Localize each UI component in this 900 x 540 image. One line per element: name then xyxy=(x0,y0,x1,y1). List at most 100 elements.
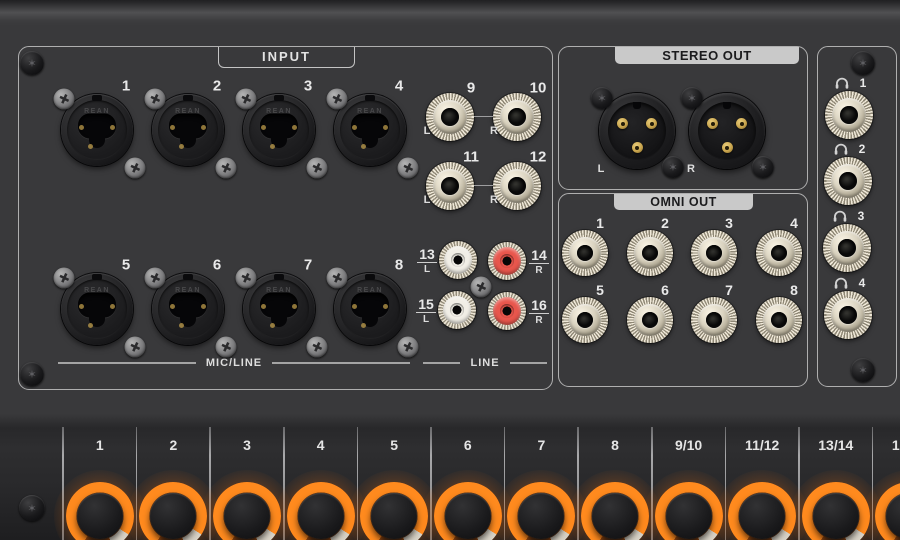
jack-latch-notch xyxy=(274,95,284,101)
torx-screw xyxy=(20,362,44,386)
rca-input-jack xyxy=(488,292,526,330)
omni-out-section-label: OMNI OUT xyxy=(614,194,753,210)
line-group-label: LINE xyxy=(423,357,547,369)
mixer-rear-panel: INPUT STEREO OUT OMNI OUT MIC/LINE LINE … xyxy=(0,0,900,540)
phillips-screw xyxy=(216,337,237,358)
jack-contact xyxy=(292,125,297,130)
gain-knob xyxy=(581,482,649,540)
phillips-screw xyxy=(216,158,237,179)
channel-number: 8 xyxy=(611,437,619,453)
chassis-top-edge xyxy=(0,0,900,26)
xlr-pin xyxy=(632,142,643,153)
headphones-icon xyxy=(834,143,849,156)
jack-contact xyxy=(261,304,266,309)
headphones-glyph xyxy=(835,77,850,90)
phillips-screw xyxy=(236,268,257,289)
line-jack-number: 10 xyxy=(530,80,547,97)
phillips-screw xyxy=(307,158,328,179)
phillips-screw xyxy=(307,337,328,358)
phones-jack xyxy=(823,224,871,272)
combo-jack-number: 2 xyxy=(213,78,221,95)
phillips-screw xyxy=(145,268,166,289)
gain-knob-cap xyxy=(445,493,491,539)
jack-contact xyxy=(352,304,357,309)
channel-number: 2 xyxy=(169,437,177,453)
phillips-screw xyxy=(145,89,166,110)
rca-jack-number: 13 xyxy=(417,247,437,263)
line-group-text: LINE xyxy=(460,357,509,369)
gain-knob-cap xyxy=(739,493,785,539)
rca-jack-label: 16R xyxy=(526,298,552,326)
channel-letter: R xyxy=(687,163,695,175)
jack-latch-notch xyxy=(92,274,102,280)
jack-contact xyxy=(201,125,206,130)
gain-knob xyxy=(875,482,900,540)
gain-knob xyxy=(507,482,575,540)
channel-letter: L xyxy=(424,264,430,275)
jack-contact xyxy=(383,125,388,130)
xlr-latch-notch xyxy=(633,102,641,109)
omni-jack-number: 6 xyxy=(661,282,669,298)
jack-contact xyxy=(361,323,366,328)
combo-jack-number: 3 xyxy=(304,78,312,95)
phillips-screw xyxy=(327,268,348,289)
line-input-jack xyxy=(426,93,474,141)
channel-letter: L xyxy=(598,163,605,175)
headphones-icon xyxy=(834,277,849,290)
line-input-jack xyxy=(493,162,541,210)
headphones-glyph xyxy=(833,210,848,223)
channel-number: 6 xyxy=(464,437,472,453)
combo-jack-number: 5 xyxy=(122,257,130,274)
gain-knob xyxy=(213,482,281,540)
xlr-pin xyxy=(736,118,747,129)
input-section-label: INPUT xyxy=(218,47,355,68)
channel-letter: R xyxy=(490,125,498,137)
combo-jack-number: 4 xyxy=(395,78,403,95)
phillips-screw xyxy=(236,89,257,110)
jack-contact xyxy=(270,323,275,328)
jack-contact xyxy=(110,304,115,309)
channel-number: 7 xyxy=(537,437,545,453)
channel-letter: L xyxy=(423,314,429,325)
gain-knob xyxy=(434,482,502,540)
channel-letter: R xyxy=(535,265,542,276)
jack-contact xyxy=(88,144,93,149)
phillips-screw xyxy=(125,158,146,179)
gain-knob xyxy=(139,482,207,540)
jack-contact xyxy=(170,304,175,309)
phones-jack-number: 4 xyxy=(859,276,866,290)
jack-contact xyxy=(79,304,84,309)
phillips-screw xyxy=(54,89,75,110)
jack-latch-notch xyxy=(365,274,375,280)
omni-output-jack xyxy=(627,297,673,343)
line-input-jack xyxy=(426,162,474,210)
omni-jack-number: 3 xyxy=(725,215,733,231)
omni-output-jack xyxy=(691,297,737,343)
jack-contact xyxy=(352,125,357,130)
torx-screw xyxy=(851,358,875,382)
torx-screw xyxy=(20,51,44,75)
rca-jack-label: 13L xyxy=(414,247,440,275)
channel-letter: L xyxy=(424,194,431,206)
torx-screw xyxy=(681,87,703,109)
stereo-pair-tie-line xyxy=(474,116,493,118)
channel-number: 3 xyxy=(243,437,251,453)
stereo-out-section-label: STEREO OUT xyxy=(615,47,799,64)
jack-contact xyxy=(261,125,266,130)
omni-jack-number: 2 xyxy=(661,215,669,231)
mic-line-group-label: MIC/LINE xyxy=(58,357,410,369)
phones-jack xyxy=(824,157,872,205)
gain-knob-cap xyxy=(813,493,859,539)
phillips-screw xyxy=(125,337,146,358)
jack-contact xyxy=(88,323,93,328)
gain-knob-cap xyxy=(592,493,638,539)
xlr-pin xyxy=(722,142,733,153)
xlr-pin xyxy=(617,118,628,129)
channel-letter: L xyxy=(424,125,431,137)
jack-contact xyxy=(179,323,184,328)
jack-contact xyxy=(170,125,175,130)
channel-number: 11/12 xyxy=(745,437,779,453)
torx-screw xyxy=(591,87,613,109)
stereo-pair-tie-line xyxy=(474,185,493,187)
gain-knob-cap xyxy=(150,493,196,539)
